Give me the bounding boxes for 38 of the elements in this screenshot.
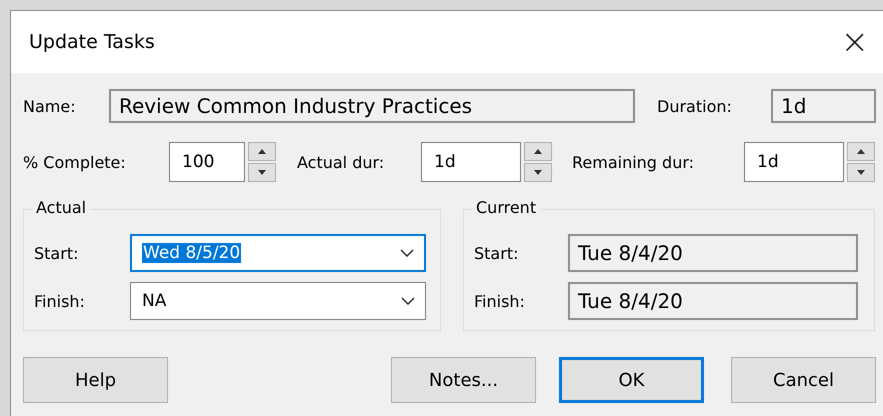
- spin-down-button[interactable]: [248, 163, 276, 182]
- dialog-button[interactable]: Cancel: [731, 357, 876, 403]
- triangle-down-icon: [258, 170, 266, 175]
- spinner-label: Remaining dur:: [572, 152, 696, 172]
- date-field: Tue 8/4/20: [568, 234, 858, 272]
- spin-up-button[interactable]: [248, 142, 276, 161]
- triangle-up-icon: [258, 149, 266, 154]
- spinner-label: % Complete:: [23, 152, 127, 172]
- triangle-up-icon: [534, 149, 542, 154]
- name-field: Review Common Industry Practices: [109, 89, 635, 123]
- duration-label: Duration:: [657, 96, 733, 116]
- dialog-button[interactable]: OK: [559, 357, 704, 403]
- chevron-down-icon: [400, 249, 414, 257]
- window-title: Update Tasks: [29, 31, 155, 53]
- spin-down-button[interactable]: [847, 163, 875, 182]
- spin-up-button[interactable]: [847, 142, 875, 161]
- date-dropdown[interactable]: NA: [130, 282, 426, 320]
- close-button[interactable]: ×: [834, 25, 875, 59]
- dialog-button[interactable]: Help: [23, 357, 168, 403]
- date-label: Finish:: [474, 292, 526, 310]
- spinner-field[interactable]: 100: [169, 142, 245, 182]
- spin-down-button[interactable]: [524, 163, 552, 182]
- date-label: Finish:: [34, 292, 86, 310]
- duration-field: 1d: [771, 89, 876, 123]
- spinner-field[interactable]: 1d: [421, 142, 521, 182]
- name-label: Name:: [23, 96, 77, 116]
- spin-up-button[interactable]: [524, 142, 552, 161]
- date-field: Tue 8/4/20: [568, 282, 858, 320]
- spinner-field[interactable]: 1d: [744, 142, 844, 182]
- dialog-button[interactable]: Notes...: [391, 357, 536, 403]
- date-dropdown[interactable]: Wed 8/5/20: [130, 234, 426, 272]
- triangle-down-icon: [857, 170, 865, 175]
- triangle-down-icon: [534, 170, 542, 175]
- triangle-up-icon: [857, 149, 865, 154]
- date-label: Start:: [474, 244, 520, 262]
- chevron-down-icon: [401, 297, 415, 305]
- spinner-label: Actual dur:: [297, 152, 386, 172]
- date-label: Start:: [34, 244, 80, 262]
